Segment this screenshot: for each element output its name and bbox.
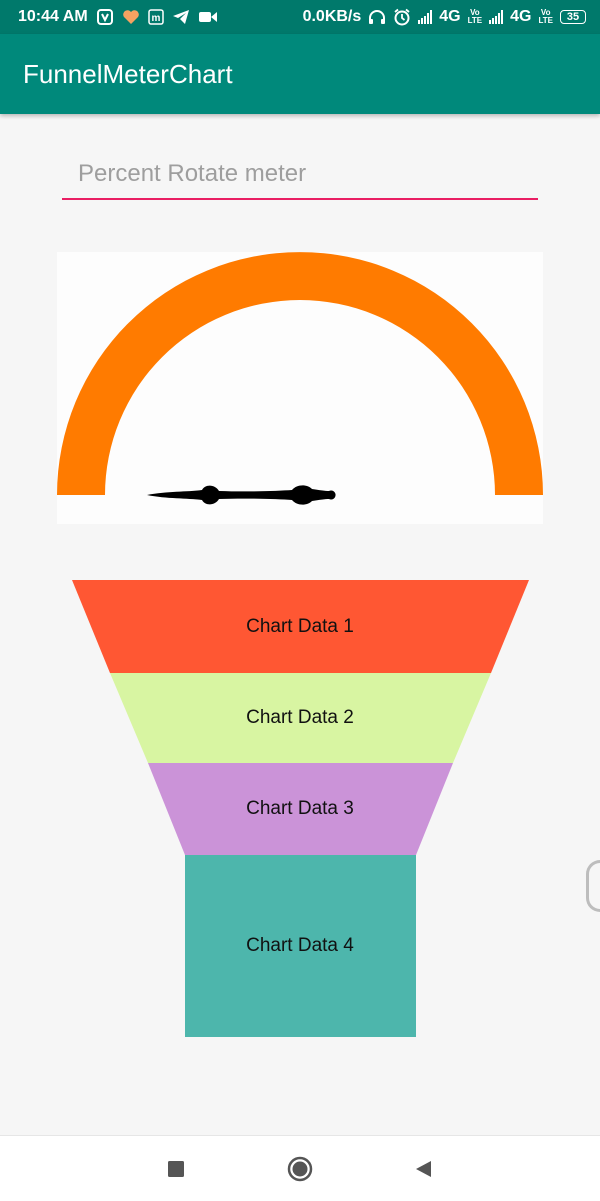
percent-rotate-input[interactable]: [62, 150, 538, 200]
status-bar: 10:44 AM m 0.0KB/s 4G Vo LTE 4G Vo LTE 35: [0, 0, 600, 34]
m-app-icon: m: [147, 9, 164, 25]
circle-icon: [287, 1156, 313, 1182]
percent-input-wrapper: [62, 150, 538, 202]
edge-swipe-handle[interactable]: [586, 860, 600, 912]
funnel-stage-3: [148, 763, 453, 855]
headphones-icon: [368, 9, 386, 25]
back-button[interactable]: [410, 1156, 436, 1182]
network-speed: 0.0KB/s: [302, 8, 362, 25]
signal-1-label: 4G: [439, 8, 461, 25]
battery-icon: 35: [560, 10, 586, 24]
navigation-bar: [0, 1135, 600, 1201]
status-time: 10:44 AM: [18, 8, 88, 25]
meter-arc: [57, 252, 543, 495]
app-title: FunnelMeterChart: [23, 58, 233, 89]
funnel-stage-4: [185, 855, 416, 1037]
signal-2-label: 4G: [510, 8, 532, 25]
signal-strength-2-icon: [489, 10, 504, 24]
funnel-chart: Chart Data 1 Chart Data 2 Chart Data 3 C…: [0, 580, 600, 1040]
home-button[interactable]: [287, 1156, 313, 1182]
meter-chart: [57, 252, 543, 524]
svg-text:m: m: [151, 13, 160, 24]
alarm-icon: [393, 8, 411, 26]
square-icon: [168, 1161, 184, 1177]
app-bar: FunnelMeterChart: [0, 34, 600, 114]
video-camera-icon: [198, 10, 218, 24]
back-triangle-icon: [416, 1161, 431, 1177]
signal-strength-1-icon: [418, 10, 433, 24]
heart-icon: [122, 9, 140, 25]
volte-2-icon: Vo LTE: [538, 8, 553, 25]
volte-1-icon: Vo LTE: [467, 8, 483, 25]
funnel-stage-2: [110, 673, 491, 763]
funnel-stage-1: [72, 580, 529, 673]
recents-button[interactable]: [163, 1156, 189, 1182]
meter-needle: [147, 485, 336, 505]
telegram-icon: [172, 9, 190, 25]
sim-app-icon: [96, 8, 114, 26]
